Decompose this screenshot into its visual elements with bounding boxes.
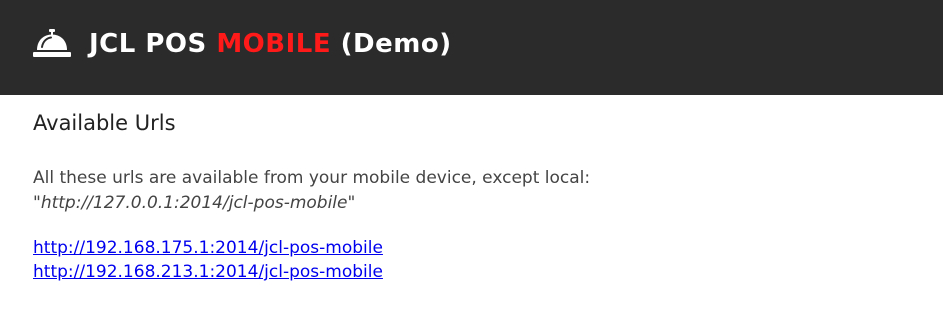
service-bell-icon (33, 29, 71, 57)
url-link-2[interactable]: http://192.168.213.1:2014/jcl-pos-mobile (33, 260, 383, 284)
description: All these urls are available from your m… (33, 166, 913, 216)
title-suffix: (Demo) (331, 29, 452, 59)
header-brand: JCL POS MOBILE (Demo) (33, 24, 452, 64)
page-heading: Available Urls (33, 111, 176, 135)
app-header: JCL POS MOBILE (Demo) (0, 0, 943, 95)
app-title: JCL POS MOBILE (Demo) (89, 29, 452, 59)
url-list: http://192.168.175.1:2014/jcl-pos-mobile… (33, 236, 913, 284)
description-text: All these urls are available from your m… (33, 168, 591, 188)
title-accent: MOBILE (216, 29, 332, 59)
url-link-1[interactable]: http://192.168.175.1:2014/jcl-pos-mobile (33, 236, 383, 260)
main-content: Available Urls All these urls are availa… (33, 108, 913, 284)
title-brand: JCL POS (89, 29, 217, 59)
local-url: "http://127.0.0.1:2014/jcl-pos-mobile" (33, 193, 356, 213)
